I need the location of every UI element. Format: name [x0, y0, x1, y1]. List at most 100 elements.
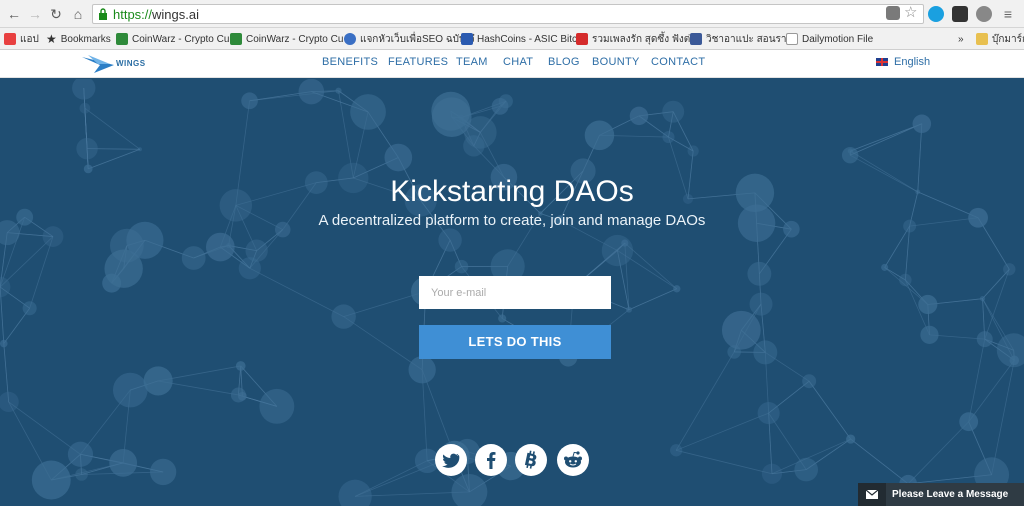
hero-subtitle: A decentralized platform to create, join… [318, 212, 706, 229]
network-node [629, 106, 649, 126]
bookmark-dailymotion[interactable]: Dailymotion File [786, 31, 873, 47]
nav-contact[interactable]: CONTACT [651, 56, 705, 68]
bookmark-apps[interactable]: แอป [4, 31, 39, 47]
twitter-icon [442, 453, 460, 468]
lock-icon [99, 8, 107, 20]
network-node [0, 276, 11, 298]
network-node [331, 304, 356, 329]
translate-icon[interactable] [886, 6, 900, 20]
network-node [181, 246, 206, 270]
skype-icon[interactable] [928, 6, 944, 22]
network-node [687, 145, 699, 157]
network-node [230, 387, 246, 403]
other-bookmarks[interactable]: บุ๊กมาร์กอื่ [976, 31, 1024, 47]
network-node [0, 391, 19, 413]
extension-icon[interactable] [952, 6, 968, 22]
network-node [109, 448, 138, 477]
bookmark-facebook[interactable]: วิชาอาแปะ สอนราย [690, 31, 792, 47]
network-node [912, 114, 932, 134]
network-node [673, 285, 681, 293]
nav-chat[interactable]: CHAT [503, 56, 533, 68]
bookmark-coinwarz-2[interactable]: CoinWarz - Crypto Cu [230, 31, 343, 47]
network-node [670, 444, 683, 457]
back-icon[interactable]: ← [6, 6, 22, 22]
network-node [491, 97, 509, 115]
network-node [72, 79, 96, 100]
network-node [245, 239, 268, 262]
nav-benefits[interactable]: BENEFITS [322, 56, 378, 68]
logo-text: WINGS [116, 59, 146, 68]
uk-flag-icon [876, 58, 888, 66]
star-icon[interactable]: ☆ [904, 5, 920, 21]
leave-message-label: Please Leave a Message [892, 489, 1009, 500]
bookmark-seo[interactable]: แจกหัวเว็บเพื่อSEO ฉบับเจ๋ [344, 31, 475, 47]
forward-icon[interactable]: → [27, 6, 43, 22]
address-bar[interactable]: https://wings.ai ☆ [92, 4, 924, 24]
network-node [1003, 263, 1016, 276]
reload-icon[interactable]: ↻ [48, 6, 64, 22]
menu-icon[interactable]: ≡ [1000, 6, 1016, 22]
reddit-icon [564, 451, 582, 468]
network-node [79, 102, 91, 114]
leave-message-widget[interactable]: Please Leave a Message [858, 483, 1024, 506]
bookmarks-overflow[interactable]: » [958, 31, 964, 47]
network-node [83, 164, 93, 174]
nav-features[interactable]: FEATURES [388, 56, 448, 68]
network-node [749, 292, 773, 316]
bookmark-youtube[interactable]: รวมเพลงรัก สุดซึ้ง ฟังต่อเ [576, 31, 700, 47]
nav-blog[interactable]: BLOG [548, 56, 580, 68]
network-node [753, 340, 778, 365]
envelope-icon [858, 483, 886, 506]
network-node [498, 314, 507, 323]
network-node [761, 463, 783, 484]
network-node [408, 356, 436, 384]
network-node [918, 294, 938, 315]
network-node [235, 361, 246, 371]
network-node [959, 412, 979, 432]
bookmark-hashcoins[interactable]: HashCoins - ASIC Bitc [461, 31, 577, 47]
network-node [0, 339, 8, 348]
network-node [384, 143, 413, 172]
twitter-button[interactable] [435, 444, 467, 476]
network-node [976, 331, 993, 348]
bitcoin-button[interactable]: B [515, 444, 547, 476]
bookmark-coinwarz-1[interactable]: CoinWarz - Crypto Cu [116, 31, 229, 47]
network-node [438, 228, 462, 252]
network-node [721, 310, 761, 350]
folder-icon [976, 33, 988, 45]
network-node [259, 388, 295, 424]
hero-section: Kickstarting DAOs A decentralized platfo… [0, 79, 1024, 506]
nav-team[interactable]: TEAM [456, 56, 488, 68]
url-text: https://wings.ai [113, 7, 199, 22]
network-node [846, 434, 856, 444]
settings-extension-icon[interactable] [976, 6, 992, 22]
network-node [757, 402, 780, 425]
bitcoin-icon: B [522, 450, 539, 472]
network-node [42, 226, 64, 247]
network-node [979, 296, 986, 302]
network-node [241, 92, 258, 110]
apps-icon [4, 33, 16, 45]
file-icon [786, 33, 798, 45]
reddit-button[interactable] [557, 444, 589, 476]
network-node [920, 325, 939, 344]
network-node [75, 468, 88, 481]
network-node [431, 91, 471, 131]
network-node [149, 458, 177, 486]
email-input[interactable] [419, 276, 611, 309]
nav-bounty[interactable]: BOUNTY [592, 56, 640, 68]
signup-button[interactable]: LETS DO THIS [419, 325, 611, 359]
home-icon[interactable]: ⌂ [70, 6, 86, 22]
network-node [451, 473, 488, 506]
coinwarz-icon [230, 33, 242, 45]
network-node [76, 137, 98, 160]
network-node [143, 366, 173, 396]
network-node [67, 441, 94, 467]
network-node [747, 261, 772, 286]
network-node [335, 87, 342, 94]
hero-title: Kickstarting DAOs [390, 175, 634, 208]
network-node [1009, 355, 1020, 366]
facebook-button[interactable] [475, 444, 507, 476]
bookmark-bookmarks[interactable]: ★ Bookmarks [46, 31, 111, 47]
language-selector[interactable]: English [876, 56, 930, 68]
